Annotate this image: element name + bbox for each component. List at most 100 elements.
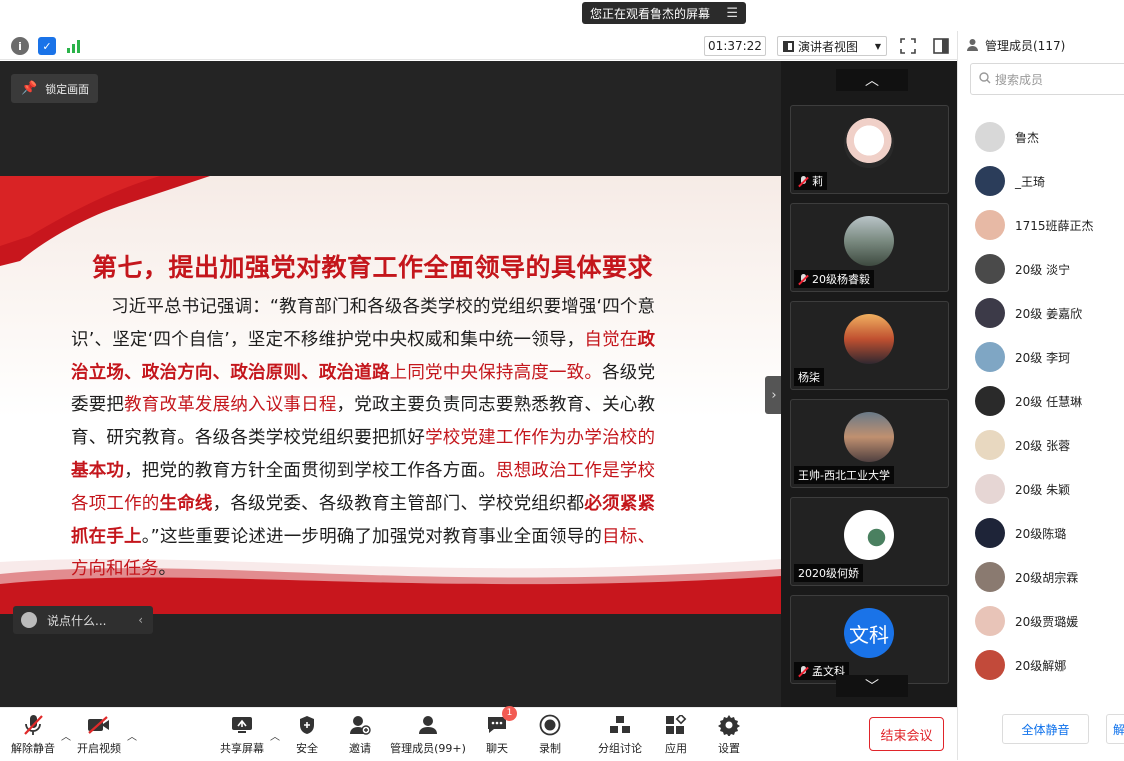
chevron-left-icon[interactable]: ‹ (138, 613, 143, 627)
chat-badge: 1 (502, 705, 517, 721)
chevron-down-icon: ﹀ (865, 679, 879, 695)
avatar (975, 606, 1005, 636)
mic-muted-icon (21, 714, 45, 736)
member-list-item[interactable]: 鲁杰 (958, 115, 1124, 159)
member-list-item[interactable]: 20级 任慧琳 (958, 379, 1124, 423)
security-button[interactable]: 安全 (290, 708, 324, 761)
members-panel-header: 管理成员(117) (966, 37, 1065, 54)
participant-video-tile[interactable]: 文科 孟文科 (790, 595, 949, 684)
chevron-right-icon: › (771, 387, 777, 403)
avatar (975, 166, 1005, 196)
avatar (975, 474, 1005, 504)
unmute-all-button[interactable]: 解 (1106, 714, 1124, 744)
mic-muted-icon (798, 665, 809, 677)
fullscreen-icon[interactable] (900, 38, 916, 54)
emoji-icon[interactable] (21, 612, 37, 628)
share-screen-button[interactable]: 共享屏幕 (219, 708, 265, 761)
chevron-up-icon[interactable]: ︿ (270, 728, 280, 743)
participant-video-tile[interactable]: 20级杨睿毅 (790, 203, 949, 292)
member-list-item[interactable]: 20级 淡宁 (958, 247, 1124, 291)
speaker-view-icon (783, 40, 794, 52)
member-list-item[interactable]: 20级贾璐媛 (958, 599, 1124, 643)
list-icon[interactable]: ☰ (726, 6, 738, 21)
participant-video-tile[interactable]: 莉 (790, 105, 949, 194)
slide-title: 第七，提出加强党对教育工作全面领导的具体要求 (92, 253, 654, 282)
toggle-panel-icon[interactable] (933, 38, 949, 54)
meeting-control-bar: 解除静音 ︿ 开启视频 ︿ 共享屏幕 ︿ 安全 邀请 管理成员(99+) 1 聊… (0, 705, 957, 761)
comment-box[interactable]: 说点什么... ‹ (13, 606, 153, 634)
participant-name-tag: 2020级何娇 (794, 564, 863, 582)
settings-label: 设置 (718, 741, 740, 755)
member-list-item[interactable]: 20级陈璐 (958, 511, 1124, 555)
participant-name-tag: 杨柒 (794, 368, 824, 386)
participant-avatar (844, 216, 894, 266)
member-list-item[interactable]: 20级 朱颖 (958, 467, 1124, 511)
chevron-up-icon[interactable]: ︿ (61, 728, 71, 743)
info-icon[interactable]: i (11, 37, 29, 55)
member-name: 20级贾璐媛 (1015, 614, 1079, 629)
record-icon (538, 714, 562, 736)
shield-icon[interactable]: ✓ (38, 37, 56, 55)
mic-muted-icon (798, 175, 809, 187)
breakout-icon (608, 714, 632, 736)
slide-highlight-segment: 生命线 (159, 493, 213, 514)
gallery-scroll-up-button[interactable]: ︿ (836, 69, 908, 91)
avatar (975, 518, 1005, 548)
participant-video-tile[interactable]: 2020级何娇 (790, 497, 949, 586)
slide-highlight-segment: 自觉在 (584, 329, 638, 350)
lock-view-button[interactable]: 📌 锁定画面 (11, 74, 98, 103)
meeting-top-toolbar: i ✓ 01:37:22 演讲者视图 ▼ (0, 31, 957, 60)
manage-members-label: 管理成员(99+) (390, 741, 466, 755)
member-list-item[interactable]: 1715班薛正杰 (958, 203, 1124, 247)
member-search-input[interactable]: 搜索成员 (970, 63, 1124, 95)
unmute-button[interactable]: 解除静音 (10, 708, 56, 761)
members-panel-title: 管理成员(117) (985, 39, 1066, 53)
avatar (975, 386, 1005, 416)
member-list: 鲁杰 _王琦 1715班薛正杰 20级 淡宁 20级 姜嘉欣 20级 李珂 20级 任慧琳 2… (958, 115, 1124, 687)
avatar (975, 210, 1005, 240)
settings-button[interactable]: 设置 (712, 708, 746, 761)
presentation-slide: 第七，提出加强党对教育工作全面领导的具体要求 习近平总书记强调：“教育部门和各级… (0, 176, 781, 614)
slide-text-segment: 。”这些重要论述进一步明确了加强党对教育事业全面领导的 (141, 526, 603, 547)
manage-members-button[interactable]: 管理成员(99+) (390, 708, 466, 761)
gallery-scroll-down-button[interactable]: ﹀ (836, 675, 908, 697)
member-list-item[interactable]: 20级解娜 (958, 643, 1124, 687)
end-meeting-button[interactable]: 结束会议 (869, 717, 944, 751)
chevron-down-icon: ▼ (874, 41, 881, 51)
start-video-button[interactable]: 开启视频 (76, 708, 122, 761)
member-list-item[interactable]: 20级 姜嘉欣 (958, 291, 1124, 335)
add-user-icon (348, 714, 372, 736)
mute-all-button[interactable]: 全体静音 (1002, 714, 1089, 744)
search-placeholder: 搜索成员 (995, 72, 1044, 87)
member-list-item[interactable]: _王琦 (958, 159, 1124, 203)
unmute-label: 解除静音 (11, 741, 55, 755)
chevron-up-icon: ︿ (865, 73, 879, 89)
member-list-item[interactable]: 20级 张蓉 (958, 423, 1124, 467)
signal-icon[interactable] (65, 37, 83, 55)
record-button[interactable]: 录制 (533, 708, 567, 761)
person-icon (966, 38, 979, 54)
slide-text-segment: 。 (158, 559, 177, 580)
participant-avatar (844, 510, 894, 560)
member-name: 20级解娜 (1015, 658, 1067, 673)
participant-video-tile[interactable]: 王帅-西北工业大学 (790, 399, 949, 488)
view-mode-dropdown[interactable]: 演讲者视图 ▼ (777, 36, 887, 56)
participant-name-tag: 20级杨睿毅 (794, 270, 874, 288)
apps-button[interactable]: 应用 (659, 708, 693, 761)
chat-icon: 1 (485, 705, 517, 736)
chat-button[interactable]: 1 聊天 (480, 705, 517, 761)
participant-video-tile[interactable]: 杨柒 (790, 301, 949, 390)
participant-name: 莉 (812, 175, 823, 188)
avatar (975, 650, 1005, 680)
start-video-label: 开启视频 (77, 741, 121, 755)
screen-share-banner[interactable]: 您正在观看鲁杰的屏幕 ☰ (582, 2, 746, 24)
participant-avatar (844, 118, 894, 168)
member-list-item[interactable]: 20级 李珂 (958, 335, 1124, 379)
participant-name: 2020级何娇 (798, 567, 859, 580)
member-name: 20级 任慧琳 (1015, 394, 1083, 409)
breakout-rooms-button[interactable]: 分组讨论 (596, 708, 644, 761)
member-list-item[interactable]: 20级胡宗霖 (958, 555, 1124, 599)
member-name: _王琦 (1015, 174, 1046, 189)
chevron-up-icon[interactable]: ︿ (127, 728, 137, 743)
invite-button[interactable]: 邀请 (343, 708, 377, 761)
